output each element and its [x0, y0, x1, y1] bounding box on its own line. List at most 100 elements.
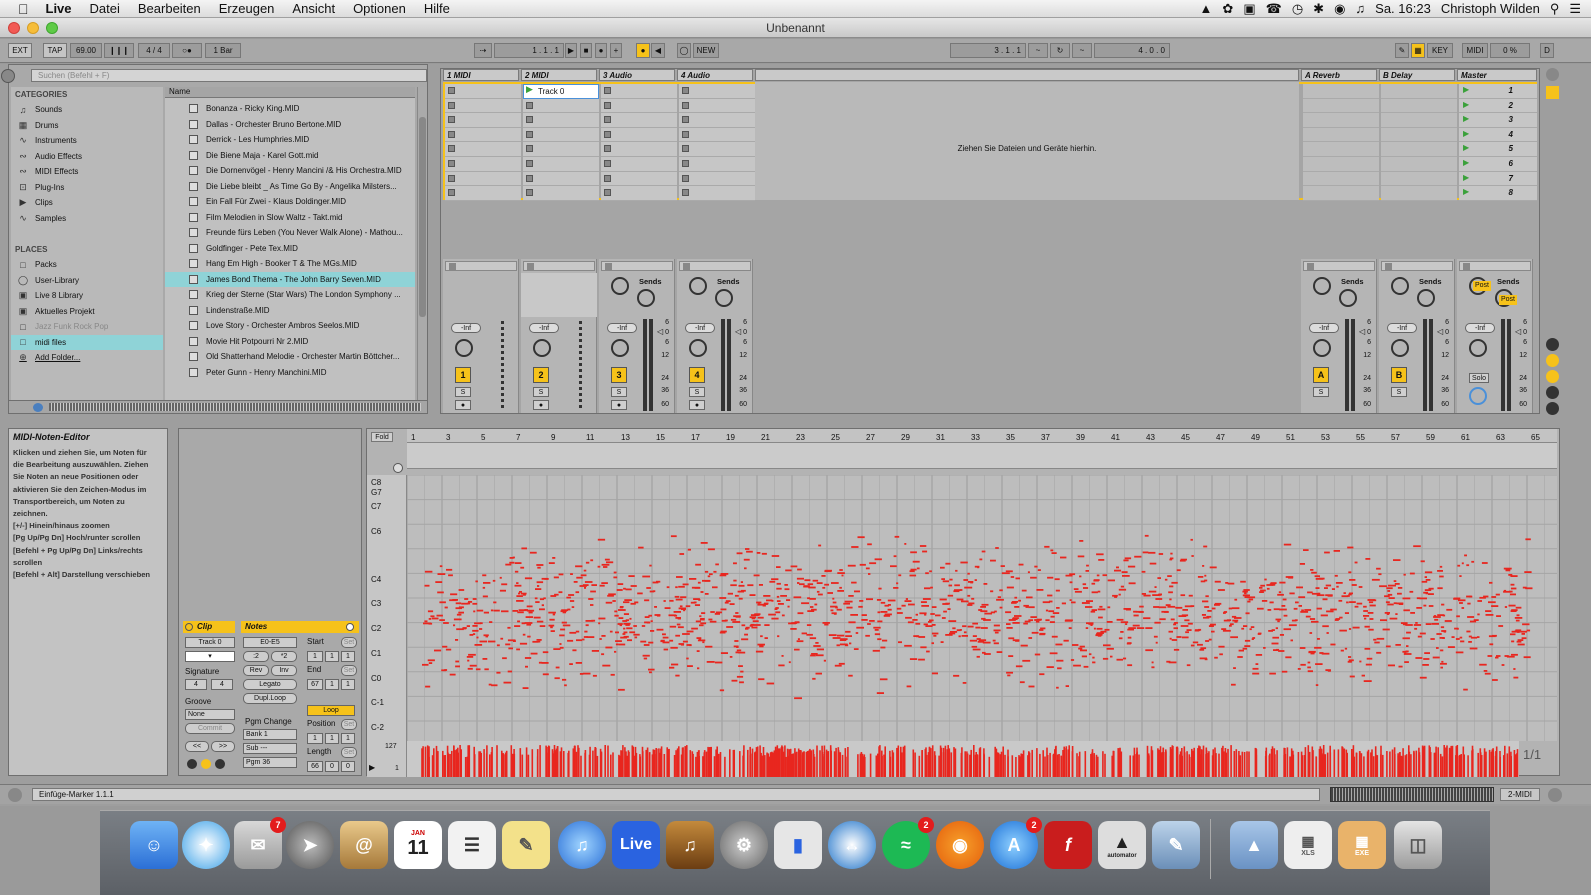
clip-stop-icon[interactable] — [448, 130, 455, 138]
file-list-item[interactable]: Movie Hit Potpourri Nr 2.MID — [165, 334, 415, 350]
clip-color-select[interactable]: ▾ — [185, 651, 235, 662]
cue-button[interactable]: Solo — [1469, 373, 1489, 383]
crossfader-toggle-icon[interactable] — [1546, 402, 1559, 415]
send-b-knob[interactable] — [715, 289, 733, 307]
back-to-arrangement-icon[interactable]: ◀ — [651, 43, 665, 58]
clip-stop-icon[interactable] — [682, 101, 689, 109]
solo-button[interactable]: S — [689, 387, 705, 397]
loop-start-field[interactable]: 3 . 1 . 1 — [950, 43, 1026, 58]
pan-knob[interactable] — [533, 339, 551, 357]
clip-stop-icon[interactable] — [604, 145, 611, 153]
midi-map-button[interactable]: MIDI — [1462, 43, 1488, 58]
clip-stop-icon[interactable] — [448, 116, 455, 124]
arrangement-position[interactable]: 1 . 1 . 1 — [494, 43, 564, 58]
place-user-library[interactable]: ◯ User-Library — [17, 273, 79, 289]
file-list-item[interactable]: Lindenstraße.MID — [165, 303, 415, 319]
track-activator[interactable]: 2 — [533, 367, 549, 383]
stop-all-slot[interactable] — [523, 261, 595, 271]
zoom-level[interactable]: 1/1 — [1523, 747, 1541, 762]
clip-slot[interactable] — [601, 84, 677, 99]
file-list-item[interactable]: Goldfinger - Pete Tex.MID — [165, 241, 415, 257]
clip-slot[interactable] — [679, 186, 755, 201]
clip-stop-icon[interactable] — [604, 87, 611, 94]
nudge-buttons[interactable]: ❙❙❙ — [104, 43, 134, 58]
place-midi-files[interactable]: □ midi files — [11, 334, 163, 350]
search-input[interactable]: Suchen (Befehl + F) — [31, 69, 427, 82]
clip-stop-icon[interactable] — [526, 130, 533, 138]
category-midi-effects[interactable]: ∾ MIDI Effects — [17, 164, 78, 180]
start-bar[interactable]: 1 — [307, 651, 323, 662]
end-bar[interactable]: 67 — [307, 679, 323, 690]
clip-stop-icon[interactable] — [526, 145, 533, 153]
script-icon[interactable]: ✿ — [1222, 1, 1233, 17]
detail-toggle-icon[interactable] — [1548, 788, 1562, 802]
clip-slot[interactable] — [601, 113, 677, 128]
arm-button[interactable]: ● — [533, 400, 549, 410]
velocity-play-icon[interactable]: ▶ — [369, 763, 375, 772]
return-a-header[interactable]: A Reverb — [1301, 69, 1377, 81]
place-current-project[interactable]: ▣ Aktuelles Projekt — [17, 304, 95, 320]
pan-knob[interactable] — [689, 339, 707, 357]
loop-button[interactable]: Loop — [307, 705, 355, 716]
menu-datei[interactable]: Datei — [81, 1, 129, 16]
category-instruments[interactable]: ∿ Instruments — [17, 133, 77, 149]
apple-menu-icon[interactable]:  — [0, 1, 37, 17]
clip-slot[interactable] — [523, 98, 599, 114]
itunes-icon[interactable]: ♫ — [558, 821, 606, 869]
pan-knob[interactable] — [1469, 339, 1487, 357]
stop-all-slot[interactable] — [601, 261, 673, 271]
fold-button[interactable]: Fold — [371, 432, 393, 442]
track-2-header[interactable]: 2 MIDI — [521, 69, 597, 81]
file-list-item[interactable]: Dallas - Orchester Bruno Bertone.MID — [165, 117, 415, 133]
file-list-item[interactable]: Die Liebe bleibt _ As Time Go By - Angel… — [165, 179, 415, 195]
scene-play-icon[interactable]: ▶ — [1463, 114, 1469, 123]
finder-icon[interactable]: ☺ — [130, 821, 178, 869]
clip-stop-icon[interactable] — [526, 174, 533, 182]
mixer-toggle-icon[interactable] — [1546, 386, 1559, 399]
clip-slot[interactable] — [523, 171, 599, 187]
vlc-icon[interactable]: ◉ — [936, 821, 984, 869]
phone-icon[interactable]: ☎ — [1266, 1, 1282, 17]
clip-slot[interactable] — [679, 113, 755, 128]
double-time-button[interactable]: *2 — [271, 651, 297, 662]
clip-slot[interactable] — [445, 171, 521, 187]
clip-stop-icon[interactable] — [682, 87, 689, 94]
notes-icon[interactable]: ✎ — [502, 821, 550, 869]
clip-slot[interactable] — [679, 84, 755, 99]
master-header[interactable]: Master — [1457, 69, 1537, 81]
scene-launch[interactable]: ▶ 6 — [1459, 157, 1537, 172]
send-a-knob[interactable] — [1313, 277, 1331, 295]
clip-slot[interactable] — [679, 98, 755, 114]
clip-stop-icon[interactable] — [448, 101, 455, 109]
returns-toggle-icon[interactable] — [1546, 370, 1559, 383]
name-column-header[interactable]: Name — [165, 87, 415, 98]
clip-stop-icon[interactable]: ▶ — [526, 84, 534, 95]
length-sixteenth[interactable]: 0 — [341, 761, 355, 772]
zoom-icon[interactable] — [393, 463, 403, 473]
peak-level[interactable]: -Inf — [607, 323, 637, 333]
track-4-header[interactable]: 4 Audio — [677, 69, 753, 81]
clip-stop-icon[interactable] — [604, 116, 611, 124]
solo-button[interactable]: S — [611, 387, 627, 397]
peak-level[interactable]: -Inf — [529, 323, 559, 333]
peak-level[interactable]: -Inf — [1309, 323, 1339, 333]
stop-all-slot[interactable] — [1303, 261, 1375, 271]
record-icon[interactable]: ● — [595, 43, 607, 58]
adobe-icon[interactable]: ▲ — [1200, 1, 1213, 16]
clip-slot[interactable] — [601, 186, 677, 201]
note-grid[interactable] — [407, 475, 1557, 741]
file-list-item[interactable]: Derrick - Les Humphries.MID — [165, 132, 415, 148]
draw-mode-icon[interactable]: ✎ — [1395, 43, 1409, 58]
signature-field[interactable]: 4 / 4 — [138, 43, 170, 58]
preview-icon[interactable] — [33, 403, 43, 412]
loop-length-field[interactable]: 4 . 0 . 0 — [1094, 43, 1170, 58]
clock-text[interactable]: Sa. 16:23 — [1375, 1, 1431, 16]
position-bar[interactable]: 1 — [307, 733, 323, 744]
track-activator[interactable]: 3 — [611, 367, 627, 383]
clip-stop-icon[interactable] — [526, 116, 533, 124]
sync-icon[interactable]: ▣ — [1243, 1, 1255, 17]
browser-toggle-icon[interactable] — [1, 69, 15, 83]
menu-ansicht[interactable]: Ansicht — [283, 1, 344, 16]
spotify-icon[interactable]: ≈2 — [882, 817, 934, 869]
file-list-scrollbar[interactable] — [417, 87, 427, 409]
